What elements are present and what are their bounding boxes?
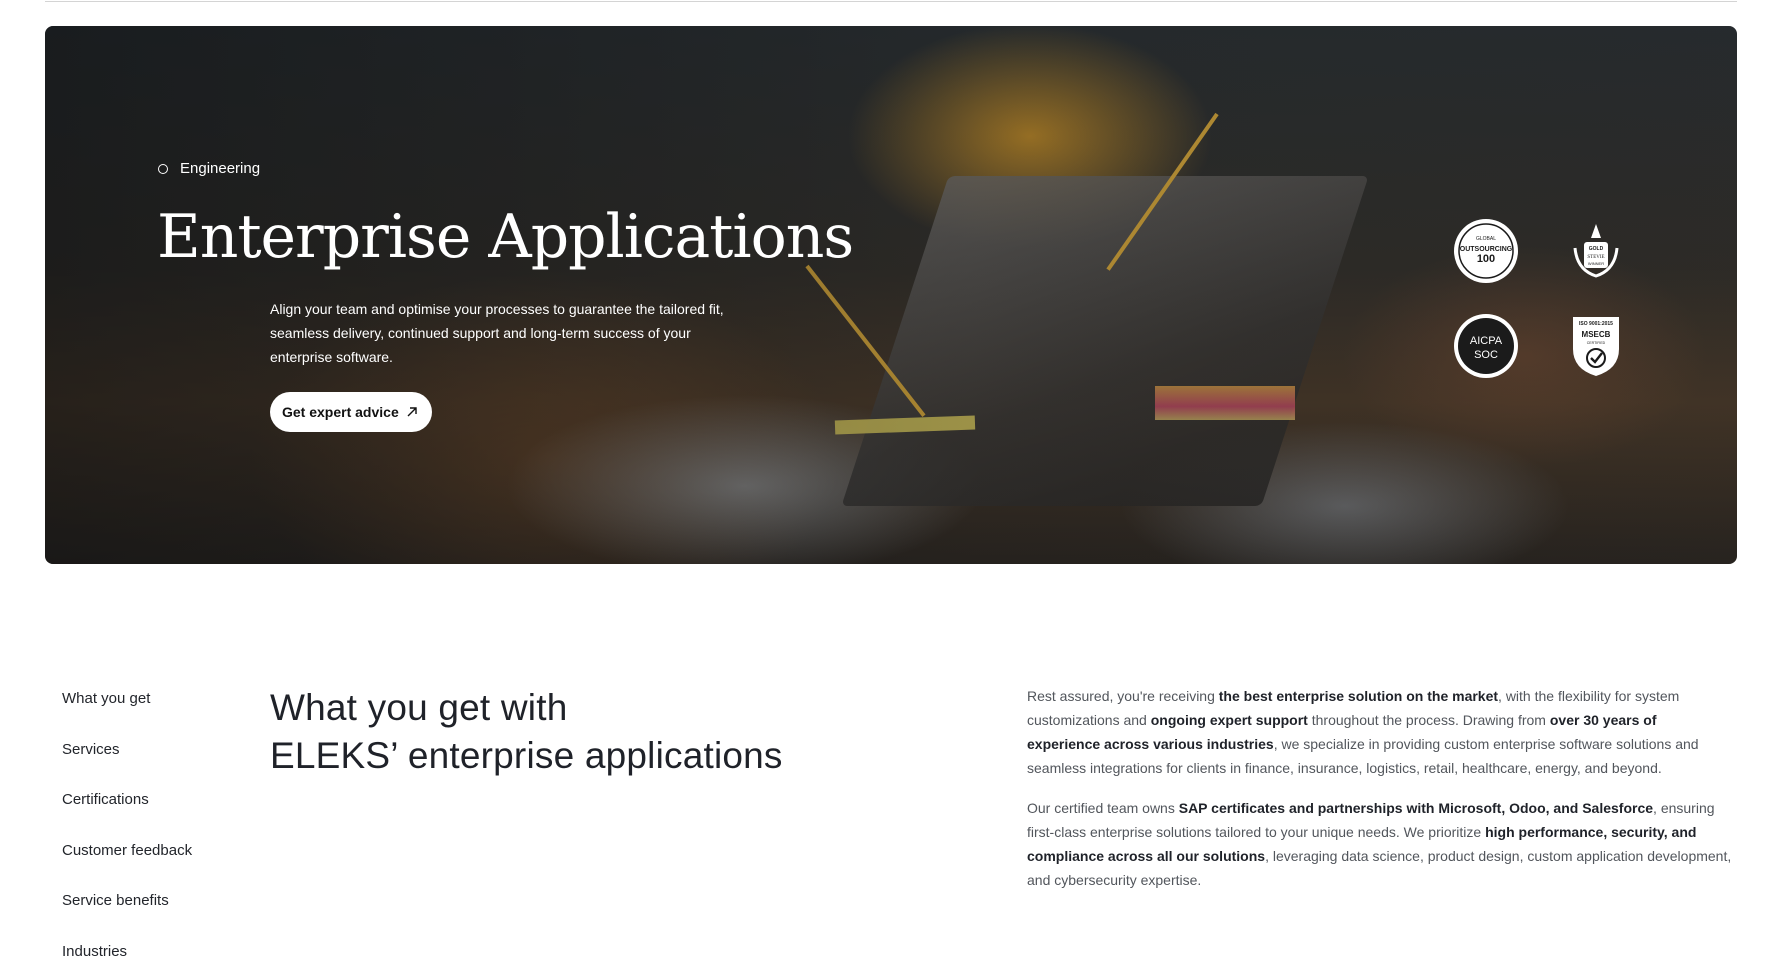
section-body: Rest assured, you're receiving the best … xyxy=(1027,684,1733,908)
badge-text: 100 xyxy=(1477,253,1495,265)
hero-description: Align your team and optimise your proces… xyxy=(270,301,724,365)
outsourcing-100-badge-icon: GLOBAL OUTSOURCING 100 xyxy=(1454,219,1518,283)
body-paragraph-1: Rest assured, you're receiving the best … xyxy=(1027,684,1733,780)
body-paragraph-2: Our certified team owns SAP certificates… xyxy=(1027,796,1733,892)
section-heading: What you get with ELEKS’ enterprise appl… xyxy=(270,684,870,780)
body-text-segment: Our certified team owns xyxy=(1027,800,1179,816)
badge-text: MSECB xyxy=(1582,330,1611,339)
side-nav-item-certifications[interactable]: Certifications xyxy=(62,783,192,834)
badge-text: GOLD xyxy=(1589,246,1604,252)
badge-text: WINNER xyxy=(1588,261,1604,266)
certification-badges: GLOBAL OUTSOURCING 100 GOLD STEVIE WINNE… xyxy=(1453,218,1633,398)
aicpa-soc-badge-icon: AICPA SOC xyxy=(1454,314,1518,378)
side-nav-item-customer-feedback[interactable]: Customer feedback xyxy=(62,834,192,885)
iso-9001-badge-icon: ISO 9001:2015 MSECB CERTIFIED xyxy=(1573,317,1619,376)
badge-text: AICPA xyxy=(1470,335,1503,347)
section-heading-line-2: ELEKS’ enterprise applications xyxy=(270,735,783,776)
badge-text: ISO 9001:2015 xyxy=(1579,321,1613,327)
hero-banner: Engineering Enterprise Applications Alig… xyxy=(45,26,1737,564)
badge-text: STEVIE xyxy=(1587,255,1604,260)
side-nav-item-what-you-get[interactable]: What you get xyxy=(62,682,192,733)
body-emphasis: SAP certificates and partnerships with M… xyxy=(1178,800,1654,816)
top-divider xyxy=(45,1,1737,2)
body-text-segment: throughout the process. Drawing from xyxy=(1307,712,1550,728)
gold-stevie-winner-badge-icon: GOLD STEVIE WINNER xyxy=(1573,224,1619,278)
badge-text: GLOBAL xyxy=(1476,236,1496,242)
cta-label: Get expert advice xyxy=(282,404,399,420)
circle-bullet-icon xyxy=(158,163,168,174)
hero-category: Engineering xyxy=(158,160,260,177)
page-title: Enterprise Applications xyxy=(157,202,854,272)
side-nav-item-services[interactable]: Services xyxy=(62,733,192,784)
body-text-segment: Rest assured, you're receiving xyxy=(1027,688,1219,704)
body-emphasis: the best enterprise solution on the mark… xyxy=(1218,688,1499,704)
side-nav-item-industries[interactable]: Industries xyxy=(62,935,192,960)
arrow-up-right-icon xyxy=(407,407,417,417)
section-heading-line-1: What you get with xyxy=(270,687,568,728)
badge-text: OUTSOURCING xyxy=(1460,246,1513,253)
get-expert-advice-button[interactable]: Get expert advice xyxy=(270,392,432,432)
badge-text: CERTIFIED xyxy=(1587,341,1606,345)
badge-text: SOC xyxy=(1474,349,1498,361)
side-nav-item-service-benefits[interactable]: Service benefits xyxy=(62,884,192,935)
section-side-nav: What you get Services Certifications Cus… xyxy=(62,682,192,960)
hero-category-label: Engineering xyxy=(180,160,261,177)
body-emphasis: ongoing expert support xyxy=(1150,712,1308,728)
